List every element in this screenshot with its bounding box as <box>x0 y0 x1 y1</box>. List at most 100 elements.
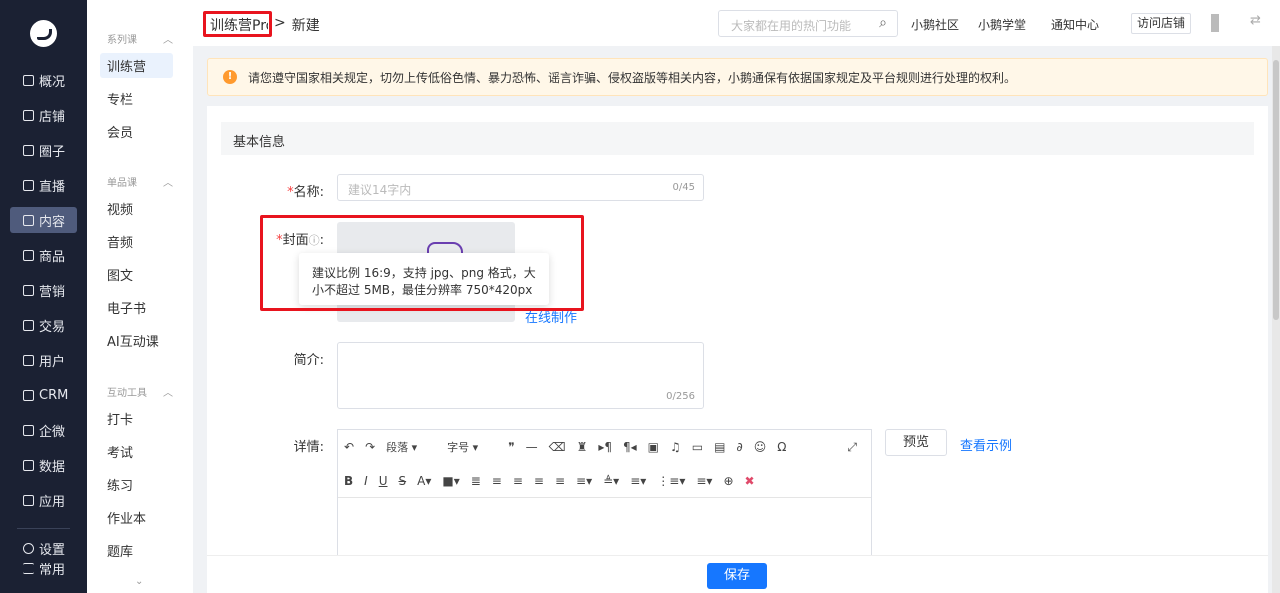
search-replace-icon[interactable]: ⊕ <box>723 474 733 488</box>
strikethrough-icon[interactable]: S <box>399 474 407 488</box>
space-before-icon[interactable]: ≜▾ <box>603 474 619 488</box>
sub-nav-item[interactable]: 题库 <box>100 538 173 563</box>
align-left-icon[interactable]: ≡ <box>492 474 502 488</box>
nav-item[interactable]: 应用 <box>10 487 77 513</box>
rich-text-editor[interactable]: ↶ ↷ 段落 ▾ 字号 ▾ ❞ — ⌫ ♜ ▸¶ ¶◂ ▣ ♫ ▭ ▤ ∂ ☺ Ω ⤢ BI … <box>337 429 872 569</box>
fontsize-select[interactable]: 字号 ▾ <box>447 439 497 455</box>
sub-section-header[interactable]: 系列课 ︿ <box>107 31 173 46</box>
breadcrumb-root[interactable]: 训练营Pro <box>210 15 268 35</box>
fullscreen-icon[interactable]: ⤢ <box>847 440 857 455</box>
switch-icon[interactable]: ⇄ <box>1250 13 1261 28</box>
sub-nav-item[interactable]: 视频 <box>100 196 173 221</box>
font-color-icon[interactable]: A▾ <box>417 474 431 488</box>
format-painter-icon[interactable]: ♜ <box>577 440 588 454</box>
nav-item[interactable]: 店铺 <box>10 102 77 128</box>
ltr-icon[interactable]: ▸¶ <box>598 440 612 454</box>
eraser-icon[interactable]: ⌫ <box>549 440 566 454</box>
paragraph-select[interactable]: 段落 ▾ <box>386 439 436 455</box>
nav-item-common[interactable]: 常用 <box>10 555 77 581</box>
chevron-down-icon[interactable]: ⌄ <box>135 576 143 587</box>
sub-nav-item[interactable]: 会员 <box>100 119 173 144</box>
visit-store-button[interactable]: 访问店铺 <box>1131 13 1191 34</box>
notice-text: 请您遵守国家相关规定，切勿上传低俗色情、暴力恐怖、谣言诈骗、侵权盗版等相关内容，… <box>248 71 1017 85</box>
nav-item[interactable]: 交易 <box>10 312 77 338</box>
redo-icon[interactable]: ↷ <box>365 440 375 454</box>
nav-label: 概况 <box>39 74 66 90</box>
intro-textarea[interactable]: 0/256 <box>337 342 704 409</box>
emoji-icon[interactable]: ☺ <box>754 440 767 454</box>
divider <box>17 528 70 529</box>
indent-icon[interactable]: ≣ <box>471 474 481 488</box>
align-center-icon[interactable]: ≡ <box>513 474 523 488</box>
space-after-icon[interactable]: ≡▾ <box>630 474 646 488</box>
users-icon <box>23 389 34 401</box>
search-input[interactable]: 大家都在用的热门功能 ⌕ <box>718 10 898 37</box>
scrollbar-thumb[interactable] <box>1273 60 1279 320</box>
nav-label: 直播 <box>39 179 66 195</box>
sub-nav-item[interactable]: 考试 <box>100 439 173 464</box>
preview-button[interactable]: 预览 <box>885 429 947 456</box>
sub-nav-item[interactable]: 练习 <box>100 472 173 497</box>
nav-item[interactable]: 营销 <box>10 277 77 303</box>
user-icon <box>23 354 34 366</box>
ordered-list-icon[interactable]: ⋮≡▾ <box>657 474 685 488</box>
undo-icon[interactable]: ↶ <box>344 440 354 454</box>
nav-label: 应用 <box>39 494 66 510</box>
chevron-up-icon[interactable]: ︿ <box>163 174 173 189</box>
hr-icon[interactable]: — <box>526 440 538 454</box>
nav-item[interactable]: 企微 <box>10 417 77 443</box>
sub-nav-item[interactable]: 作业本 <box>100 505 173 530</box>
sub-nav-item[interactable]: 专栏 <box>100 86 173 111</box>
underline-icon[interactable]: U <box>379 474 388 488</box>
bold-icon[interactable]: B <box>344 474 353 488</box>
sub-section-header[interactable]: 单品课 ︿ <box>107 174 173 189</box>
nav-item[interactable]: 内容 <box>10 207 77 233</box>
plugin-icon[interactable]: ✖ <box>745 474 755 488</box>
omega-icon[interactable]: Ω <box>777 440 786 454</box>
nav-item[interactable]: 概况 <box>10 67 77 93</box>
rtl-icon[interactable]: ¶◂ <box>623 440 637 454</box>
sub-section-header[interactable]: 互动工具 ︿ <box>107 384 173 399</box>
link-icon[interactable]: ∂ <box>736 440 742 454</box>
avatar[interactable] <box>1211 14 1219 32</box>
sub-nav-item[interactable]: 图文 <box>100 262 173 287</box>
link-community[interactable]: 小鹅社区 <box>911 16 959 33</box>
nav-label: 交易 <box>39 319 66 335</box>
audio-icon[interactable]: ♫ <box>670 440 681 454</box>
nav-item[interactable]: 直播 <box>10 172 77 198</box>
chevron-up-icon[interactable]: ︿ <box>163 384 173 399</box>
link-academy[interactable]: 小鹅学堂 <box>978 16 1026 33</box>
goods-icon <box>23 249 34 261</box>
nav-item[interactable]: 用户 <box>10 347 77 373</box>
search-icon[interactable]: ⌕ <box>879 15 887 31</box>
bg-color-icon[interactable]: ■▾ <box>442 474 459 488</box>
nav-item[interactable]: 数据 <box>10 452 77 478</box>
sub-nav-item[interactable]: 音频 <box>100 229 173 254</box>
breadcrumb-current: 新建 <box>291 18 320 34</box>
sub-nav-item[interactable]: 打卡 <box>100 406 173 431</box>
image-icon[interactable]: ▣ <box>648 440 659 454</box>
align-right-icon[interactable]: ≡ <box>534 474 544 488</box>
name-label: *名称: <box>287 185 324 200</box>
nav-label: 常用 <box>39 562 66 578</box>
name-input[interactable]: 建议14字内 0/45 <box>337 174 704 201</box>
nav-item[interactable]: 商品 <box>10 242 77 268</box>
italic-icon[interactable]: I <box>364 474 368 488</box>
line-height-icon[interactable]: ≡▾ <box>576 474 592 488</box>
save-button[interactable]: 保存 <box>707 563 767 589</box>
chevron-up-icon[interactable]: ︿ <box>163 31 173 46</box>
sub-nav-item[interactable]: 训练营 <box>100 53 173 78</box>
trade-icon <box>23 319 34 331</box>
quote-icon[interactable]: ❞ <box>508 440 514 454</box>
sub-nav-item[interactable]: 电子书 <box>100 295 173 320</box>
view-example-link[interactable]: 查看示例 <box>960 435 1012 454</box>
nav-item[interactable]: CRM <box>10 382 77 408</box>
sub-nav-item[interactable]: AI互动课 <box>100 328 173 353</box>
unordered-list-icon[interactable]: ≡▾ <box>696 474 712 488</box>
video-icon[interactable]: ▭ <box>692 440 703 454</box>
toolbar-row: BI US A▾ ■▾ ≣ ≡ ≡ ≡ ≡ ≡▾ ≜▾ ≡▾ ⋮≡▾ ≡▾ ⊕ ✖ <box>338 470 871 492</box>
justify-icon[interactable]: ≡ <box>555 474 565 488</box>
media-icon[interactable]: ▤ <box>714 440 725 454</box>
nav-item[interactable]: 圈子 <box>10 137 77 163</box>
link-notifications[interactable]: 通知中心 <box>1051 16 1099 33</box>
